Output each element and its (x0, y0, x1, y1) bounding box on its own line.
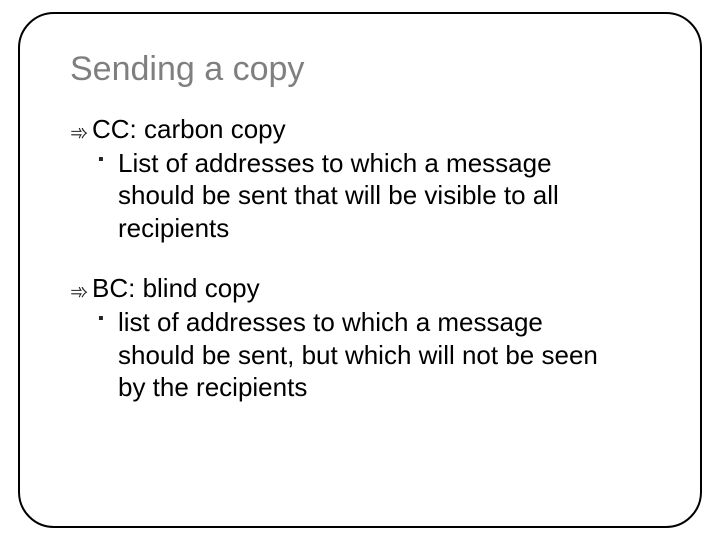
bullet-item: ➾ CC: carbon copy ▪ List of addresses to… (70, 113, 650, 244)
square-bullet-icon: ▪ (98, 306, 118, 404)
bullet-item: ➾ BC: blind copy ▪ list of addresses to … (70, 272, 650, 403)
curly-bullet-icon: ➾ (70, 281, 92, 303)
sub-bullet-row: ▪ list of addresses to which a message s… (98, 306, 650, 404)
bullet-head-text: CC: carbon copy (92, 113, 286, 147)
slide-frame: Sending a copy ➾ CC: carbon copy ▪ List … (18, 12, 702, 528)
square-bullet-icon: ▪ (98, 147, 118, 245)
curly-bullet-icon: ➾ (70, 122, 92, 144)
slide-title: Sending a copy (70, 50, 650, 89)
slide: Sending a copy ➾ CC: carbon copy ▪ List … (0, 0, 720, 540)
sub-bullet-text: list of addresses to which a message sho… (118, 306, 618, 404)
bullet-head-row: ➾ BC: blind copy (70, 272, 650, 306)
bullet-head-row: ➾ CC: carbon copy (70, 113, 650, 147)
sub-bullet-text: List of addresses to which a message sho… (118, 147, 618, 245)
sub-bullet-row: ▪ List of addresses to which a message s… (98, 147, 650, 245)
bullet-head-text: BC: blind copy (92, 272, 260, 306)
